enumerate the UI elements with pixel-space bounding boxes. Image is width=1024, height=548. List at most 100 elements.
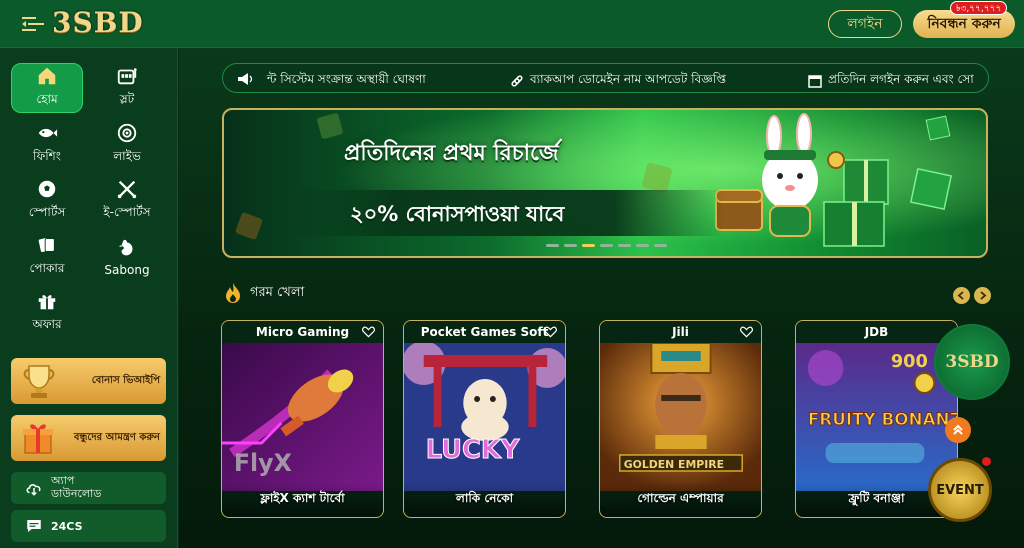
sidebar: হোম স্লট ফিশিং লাইভ স্পোর্টস ই-স্পোর্টস … — [0, 48, 178, 548]
marquee-text: প্রতিদিন লগইন করুন এবং সো — [828, 72, 974, 86]
sidebar-item-poker[interactable]: পোকার — [11, 232, 83, 282]
marquee-item[interactable]: ব্যাকআপ ডোমেইন নাম আপডেট বিজ্ঞপ্তি — [509, 71, 726, 91]
chat-icon — [27, 520, 41, 532]
invite-friends-button[interactable]: বন্ধুদের আমন্ত্রণ করুন — [11, 415, 166, 461]
slot-machine-icon — [117, 68, 137, 85]
game-art-text: FlyX — [234, 449, 292, 477]
prev-arrow-button[interactable] — [953, 287, 970, 304]
banner-dot[interactable] — [546, 244, 559, 247]
next-arrow-button[interactable] — [974, 287, 991, 304]
support-label: 24CS — [51, 519, 83, 533]
sidebar-item-offer[interactable]: অফার — [11, 288, 83, 338]
game-thumbnail: GOLDEN EMPIRE — [600, 343, 761, 491]
gift-box-icon — [23, 424, 53, 454]
game-provider: Micro Gaming — [222, 321, 383, 343]
cards-icon — [38, 238, 55, 252]
banner-dot[interactable] — [564, 244, 577, 247]
game-provider: Jili — [600, 321, 761, 343]
marquee-item[interactable]: প্রতিদিন লগইন করুন এবং সো — [807, 71, 974, 91]
game-name: লাকি নেকো — [404, 483, 565, 517]
marquee-text: ব্যাকআপ ডোমেইন নাম আপডেট বিজ্ঞপ্তি — [530, 72, 727, 86]
home-icon — [38, 67, 56, 85]
app-download-button[interactable]: অ্যাপ ডাউনলোড — [11, 472, 166, 504]
sidebar-item-label: Sabong — [104, 263, 150, 277]
game-thumbnail: 900 FRUITY BONANZA — [796, 343, 957, 491]
calendar-icon — [808, 75, 822, 88]
game-card[interactable]: Pocket Games Soft LUCKY লাকি নেকো — [403, 320, 566, 518]
site-logo[interactable]: 3SBD — [52, 6, 144, 39]
sidebar-item-label: ই-স্পোর্টস — [103, 205, 151, 219]
promo-badge: ৳৩,৭৭,৭৭৭ — [950, 1, 1008, 15]
live-chip-icon — [117, 123, 137, 143]
menu-icon[interactable] — [22, 15, 44, 33]
top-header: 3SBD লগইন নিবন্ধন করুন ৳৩,৭৭,৭৭৭ — [0, 0, 1024, 48]
sidebar-item-sports[interactable]: স্পোর্টস — [11, 176, 83, 226]
heart-icon[interactable] — [544, 326, 557, 338]
sidebar-item-slot[interactable]: স্লট — [91, 63, 163, 113]
login-button[interactable]: লগইন — [828, 10, 902, 38]
cloud-download-icon — [26, 484, 41, 496]
event-button[interactable]: EVENT — [928, 458, 992, 522]
notification-dot — [982, 457, 991, 466]
sidebar-item-label: ফিশিং — [33, 149, 61, 163]
vip-bonus-button[interactable]: বোনাস ভিআইপি — [11, 358, 166, 404]
sidebar-item-live[interactable]: লাইভ — [91, 120, 163, 170]
gift-icon — [38, 295, 56, 310]
flame-icon — [226, 283, 240, 303]
sidebar-item-home[interactable]: হোম — [11, 63, 83, 113]
banner-dot[interactable] — [582, 244, 595, 247]
banner-subline: ২০% বোনাসপাওয়া যাবে — [350, 202, 565, 226]
banner-pagination — [546, 244, 667, 247]
game-art-text: FRUITY BONANZA — [808, 409, 957, 429]
banner-dot[interactable] — [618, 244, 631, 247]
game-art-text: GOLDEN EMPIRE — [624, 458, 724, 471]
announcement-marquee[interactable]: ন্ট সিস্টেম সংক্রান্ত অস্থায়ী ঘোষণা ব্য… — [222, 63, 989, 93]
game-name: ফ্লাইX ক্যাশ টার্বো — [222, 483, 383, 517]
sidebar-item-fishing[interactable]: ফিশিং — [11, 120, 83, 170]
promo-label: বোনাস ভিআইপি — [91, 374, 160, 386]
sidebar-item-sabong[interactable]: Sabong — [91, 232, 163, 282]
rooster-icon — [118, 239, 133, 256]
game-thumbnail: FlyX — [222, 343, 383, 491]
app-download-label: অ্যাপ ডাউনলোড — [51, 474, 102, 500]
sidebar-item-label: স্পোর্টস — [28, 205, 66, 219]
sidebar-item-label: স্লট — [119, 92, 135, 106]
megaphone-icon — [238, 73, 253, 85]
game-art-number: 900 — [891, 351, 928, 372]
banner-dot[interactable] — [600, 244, 613, 247]
section-title: গরম খেলা — [250, 284, 305, 300]
game-name: গোল্ডেন এম্পায়ার — [600, 483, 761, 517]
sidebar-item-esports[interactable]: ই-স্পোর্টস — [91, 176, 163, 226]
chevron-left-icon — [957, 291, 964, 300]
link-icon — [511, 75, 523, 87]
marquee-item[interactable]: ন্ট সিস্টেম সংক্রান্ত অস্থায়ী ঘোষণা — [267, 71, 426, 91]
trophy-icon — [23, 365, 55, 398]
game-card[interactable]: Micro Gaming FlyX ফ্লাইX ক্যাশ টার্বো — [221, 320, 384, 518]
banner-dot[interactable] — [636, 244, 649, 247]
double-chevron-up-icon — [953, 424, 963, 435]
crossed-swords-icon — [117, 180, 137, 199]
heart-icon[interactable] — [362, 326, 375, 338]
section-hot-games: গরম খেলা — [224, 282, 304, 304]
promo-banner[interactable]: প্রতিদিনের প্রথম রিচার্জে ২০% বোনাসপাওয়… — [222, 108, 988, 258]
heart-icon[interactable] — [740, 326, 753, 338]
game-art-text: LUCKY — [426, 435, 520, 465]
game-card[interactable]: Jili GOLDEN EMPIRE গোল্ডেন এম্পায়ার — [599, 320, 762, 518]
sidebar-item-label: লাইভ — [113, 149, 141, 163]
game-provider: Pocket Games Soft — [404, 321, 565, 343]
banner-headline: প্রতিদিনের প্রথম রিচার্জে — [344, 141, 559, 166]
promo-label: বন্ধুদের আমন্ত্রণ করুন — [73, 431, 160, 443]
soccer-ball-icon — [38, 180, 56, 198]
sidebar-item-label: পোকার — [29, 261, 65, 275]
scroll-top-button[interactable] — [945, 417, 971, 443]
chevron-right-icon — [980, 291, 987, 300]
fish-icon — [38, 128, 58, 138]
floating-logo-button[interactable]: 3SBD — [934, 324, 1010, 400]
sidebar-item-label: অফার — [32, 317, 62, 331]
banner-dot[interactable] — [654, 244, 667, 247]
sidebar-item-label: হোম — [36, 92, 58, 106]
game-thumbnail: LUCKY — [404, 343, 565, 491]
support-button[interactable]: 24CS — [11, 510, 166, 542]
marquee-text: ন্ট সিস্টেম সংক্রান্ত অস্থায়ী ঘোষণা — [267, 72, 426, 86]
game-provider: JDB — [796, 321, 957, 343]
